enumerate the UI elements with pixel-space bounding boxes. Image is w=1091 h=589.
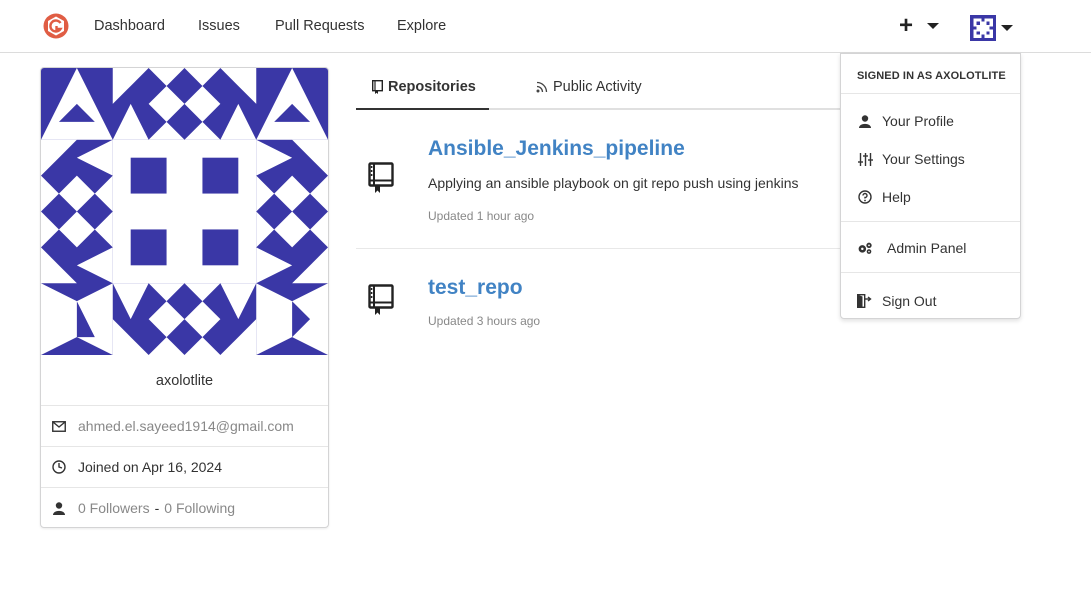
signed-in-header: SIGNED IN AS AXOLOTLITE <box>841 54 1020 94</box>
menu-item-sign-out[interactable]: Sign Out <box>841 289 1020 313</box>
divider <box>841 272 1020 273</box>
nav-dashboard[interactable]: Dashboard <box>94 18 165 34</box>
profile-tabs: Repositories Public Activity <box>356 67 846 110</box>
followers-link[interactable]: 0 Followers <box>78 500 150 516</box>
follow-separator: - <box>154 500 160 516</box>
divider <box>841 221 1020 222</box>
profile-email-row: ahmed.el.sayeed1914@gmail.com <box>41 405 328 446</box>
repo-icon <box>372 80 383 94</box>
divider <box>356 248 846 249</box>
menu-item-your-profile[interactable]: Your Profile <box>841 109 1020 133</box>
repo-updated-time: Updated 1 hour ago <box>428 209 535 223</box>
user-menu-button[interactable] <box>970 15 1016 41</box>
nav-issues[interactable]: Issues <box>198 18 240 34</box>
menu-item-label: Help <box>882 189 911 205</box>
repo-description: Applying an ansible playbook on git repo… <box>428 175 799 191</box>
gitea-logo-icon[interactable] <box>42 12 70 40</box>
menu-item-label: Your Profile <box>882 113 954 129</box>
profile-email-link[interactable]: ahmed.el.sayeed1914@gmail.com <box>78 418 294 434</box>
user-dropdown-menu: SIGNED IN AS AXOLOTLITE Your Profile You… <box>840 53 1021 319</box>
tab-public-activity[interactable]: Public Activity <box>536 79 642 95</box>
menu-item-label: Admin Panel <box>887 240 967 256</box>
question-icon <box>857 189 873 205</box>
profile-joined-row: Joined on Apr 16, 2024 <box>41 446 328 487</box>
tab-public-activity-label: Public Activity <box>553 79 642 95</box>
profile-card: axolotlite ahmed.el.sayeed1914@gmail.com… <box>40 67 329 528</box>
settings-icon <box>857 151 873 167</box>
following-link[interactable]: 0 Following <box>164 500 235 516</box>
book-icon <box>368 162 394 193</box>
list-item: Ansible_Jenkins_pipeline Applying an ans… <box>356 128 846 248</box>
rss-icon <box>536 81 548 93</box>
caret-down-icon <box>927 23 940 29</box>
nav-pull-requests[interactable]: Pull Requests <box>275 18 364 34</box>
menu-item-admin-panel[interactable]: Admin Panel <box>841 236 1020 260</box>
tab-repositories-label: Repositories <box>388 79 476 95</box>
menu-item-label: Sign Out <box>882 293 937 309</box>
person-icon <box>52 501 66 515</box>
repo-name-link[interactable]: Ansible_Jenkins_pipeline <box>428 137 685 161</box>
profile-joined-date: Joined on Apr 16, 2024 <box>78 459 223 475</box>
list-item: test_repo Updated 3 hours ago <box>356 268 846 348</box>
menu-item-label: Your Settings <box>882 151 965 167</box>
create-new-button[interactable]: + <box>899 13 943 39</box>
active-tab-indicator <box>356 108 489 110</box>
menu-item-your-settings[interactable]: Your Settings <box>841 147 1020 171</box>
repo-updated-time: Updated 3 hours ago <box>428 314 541 328</box>
menu-item-help[interactable]: Help <box>841 185 1020 209</box>
avatar <box>970 15 996 41</box>
top-navbar: Dashboard Issues Pull Requests Explore + <box>0 0 1091 53</box>
person-icon <box>857 113 873 129</box>
profile-avatar <box>41 68 328 355</box>
book-icon <box>368 284 394 315</box>
repo-name-link[interactable]: test_repo <box>428 276 523 300</box>
envelope-icon <box>52 419 66 433</box>
tab-repositories[interactable]: Repositories <box>372 79 476 95</box>
nav-explore[interactable]: Explore <box>397 18 446 34</box>
profile-username: axolotlite <box>155 373 214 389</box>
profile-follow-row: 0 Followers - 0 Following <box>41 487 328 527</box>
caret-down-icon <box>1001 25 1013 31</box>
sign-out-icon <box>857 293 873 309</box>
clock-icon <box>52 460 66 474</box>
server-icon <box>857 240 873 256</box>
plus-icon: + <box>899 12 914 39</box>
